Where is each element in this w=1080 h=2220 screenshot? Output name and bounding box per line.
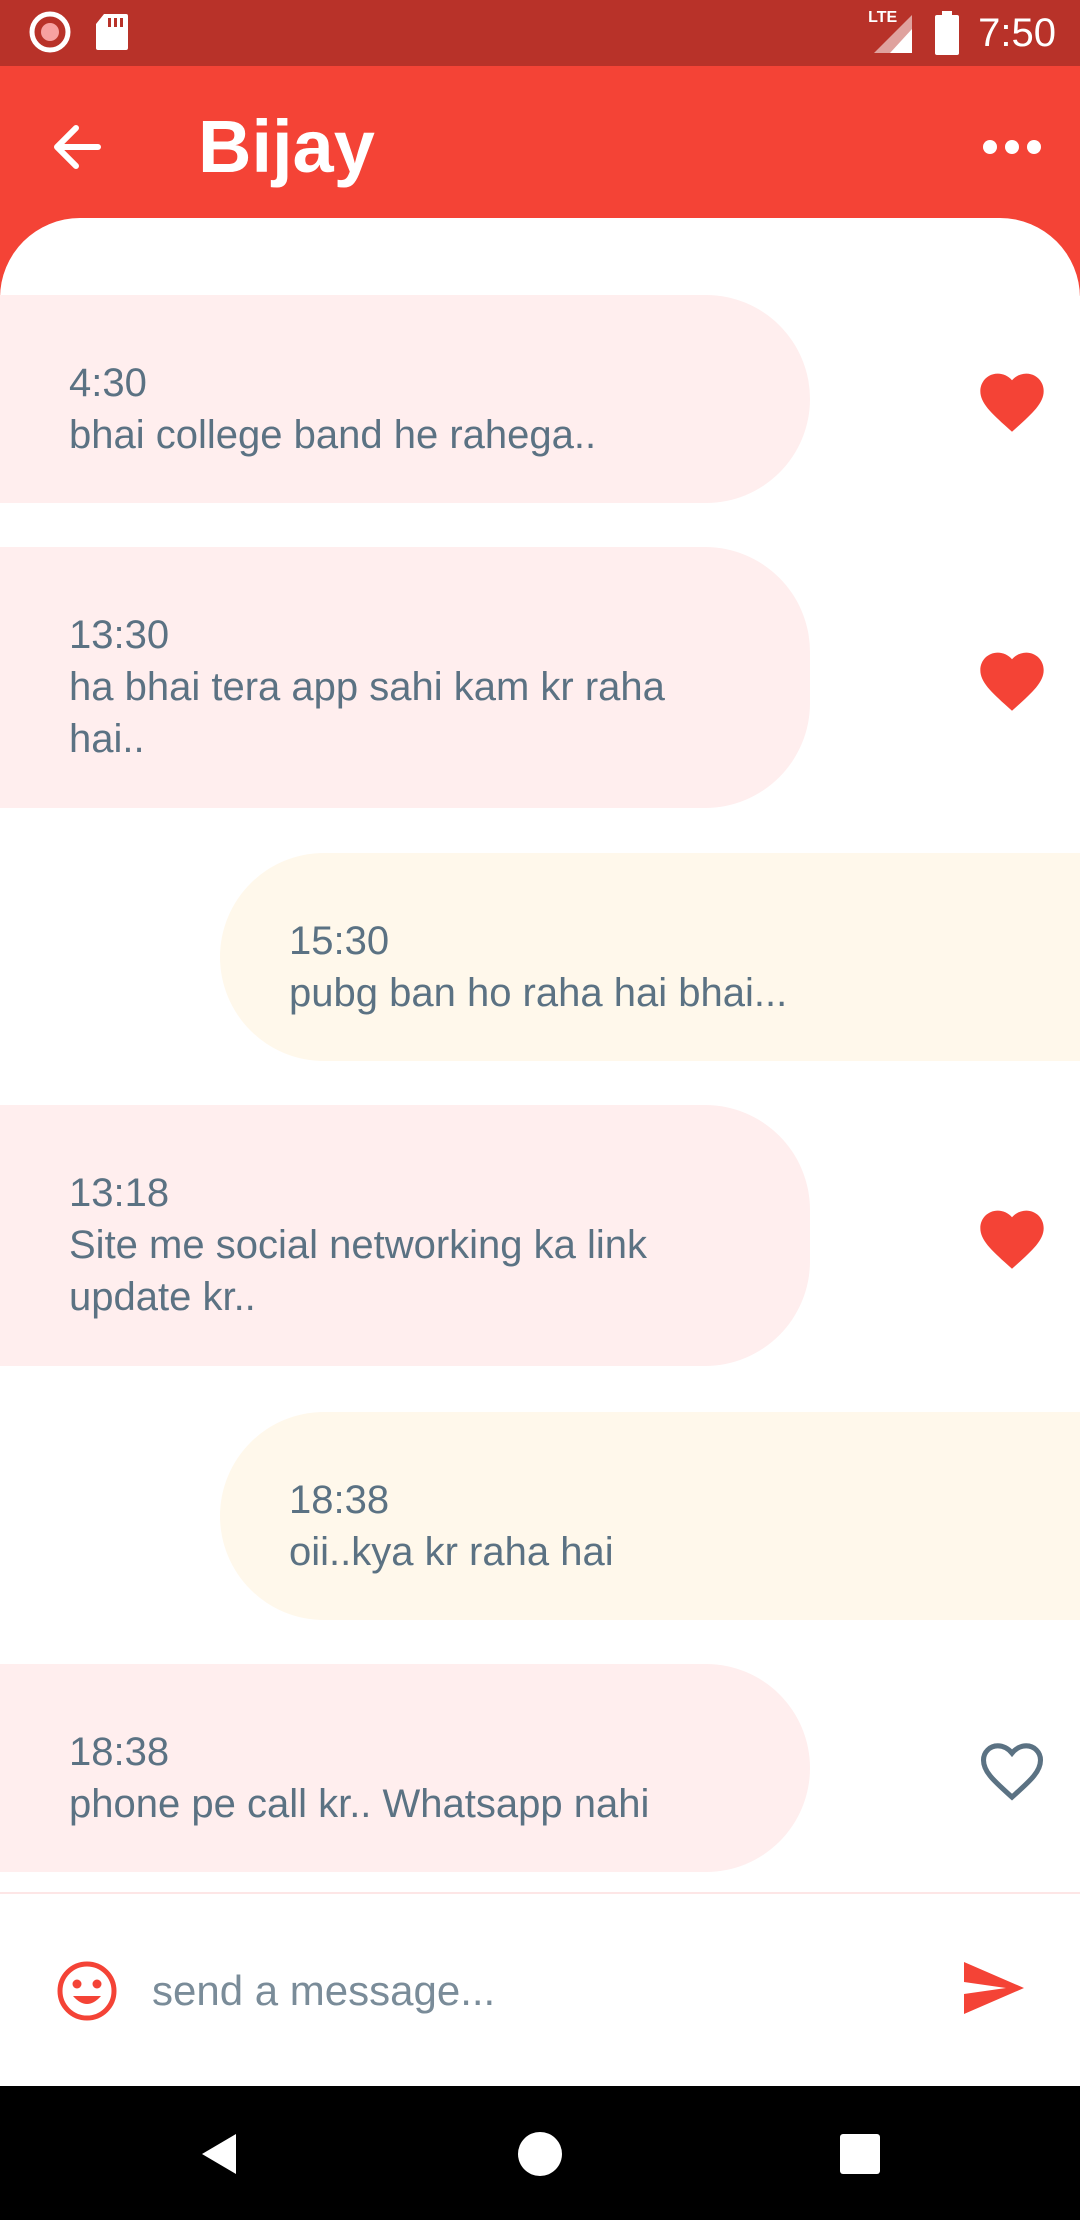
like-button[interactable] — [974, 1201, 1050, 1271]
more-horizontal-icon — [983, 140, 1041, 154]
nav-home-button[interactable] — [512, 2126, 568, 2182]
more-options-button[interactable] — [980, 122, 1044, 172]
message-text: oii..kya kr raha hai — [289, 1530, 614, 1574]
smiley-icon — [57, 1961, 117, 2021]
system-nav-bar — [0, 2086, 1080, 2220]
message-text: pubg ban ho raha hai bhai... — [289, 971, 788, 1015]
sent-message: 18:38 oii..kya kr raha hai — [220, 1412, 1080, 1620]
recents-square-icon — [840, 2134, 880, 2174]
home-circle-icon — [518, 2132, 562, 2176]
send-button[interactable] — [962, 1960, 1026, 2016]
received-message: 13:18 Site me social networking ka link … — [0, 1105, 810, 1366]
heart-filled-icon — [980, 373, 1044, 432]
arrow-left-icon — [54, 125, 101, 169]
received-message: 4:30 bhai college band he rahega.. — [0, 295, 810, 503]
back-button[interactable] — [46, 116, 108, 178]
like-button[interactable] — [974, 1733, 1050, 1803]
message-composer — [0, 1894, 1080, 2086]
signal-icon: LTE — [868, 9, 916, 55]
message-text: Site me social networking ka link update… — [69, 1223, 648, 1319]
heart-filled-icon — [980, 1210, 1044, 1269]
received-message: 18:38 phone pe call kr.. Whatsapp nahi — [0, 1664, 810, 1872]
status-right: LTE 7:50 — [868, 8, 1056, 58]
heart-outline-icon — [980, 1743, 1044, 1801]
received-message: 13:30 ha bhai tera app sahi kam kr raha … — [0, 547, 810, 808]
status-bar: LTE 7:50 — [0, 0, 1080, 66]
record-icon — [29, 11, 71, 53]
like-button[interactable] — [974, 364, 1050, 434]
like-button[interactable] — [974, 643, 1050, 713]
status-left-icons — [28, 10, 130, 54]
message-input[interactable] — [150, 1950, 914, 2032]
emoji-button[interactable] — [56, 1960, 118, 2022]
message-time: 13:30 — [69, 613, 170, 657]
nav-recents-button[interactable] — [832, 2126, 888, 2182]
message-time: 18:38 — [69, 1730, 170, 1774]
message-time: 4:30 — [69, 361, 147, 405]
battery-icon — [935, 11, 960, 55]
message-time: 18:38 — [289, 1478, 390, 1522]
send-icon — [964, 1962, 1024, 2014]
nav-back-button[interactable] — [192, 2126, 248, 2182]
message-time: 13:18 — [69, 1171, 170, 1215]
message-text: bhai college band he rahega.. — [69, 413, 597, 457]
message-time: 15:30 — [289, 919, 390, 963]
back-triangle-icon — [202, 2134, 236, 2174]
status-time: 7:50 — [978, 11, 1056, 55]
heart-filled-icon — [980, 652, 1044, 711]
contact-name-title: Bijay — [198, 105, 375, 188]
message-text: phone pe call kr.. Whatsapp nahi — [69, 1782, 650, 1826]
sent-message: 15:30 pubg ban ho raha hai bhai... — [220, 853, 1080, 1061]
sd-card-icon — [96, 14, 128, 50]
message-text: ha bhai tera app sahi kam kr raha hai.. — [69, 665, 665, 761]
